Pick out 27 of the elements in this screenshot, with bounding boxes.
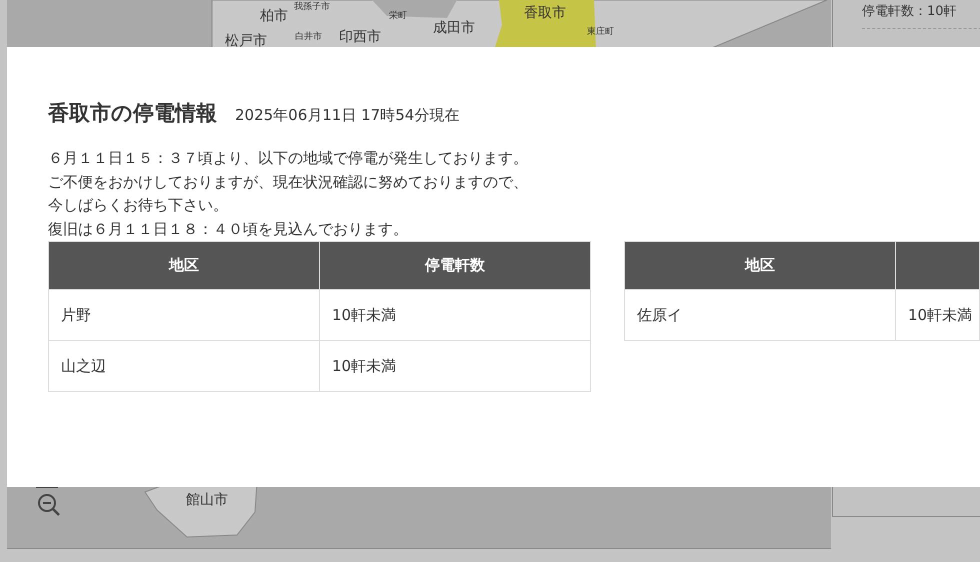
- map-label: 柏市: [260, 7, 288, 25]
- map-label: 東庄町: [587, 26, 614, 38]
- map-label: 香取市: [524, 4, 566, 22]
- column-header: 停電軒数: [320, 242, 590, 290]
- message-line: 復旧は６月１１日１８：４０頃を見込んでおります。: [48, 218, 409, 240]
- timestamp: 2025年06月11日 17時54分現在: [235, 106, 460, 125]
- map-label: 館山市: [186, 491, 228, 509]
- outage-count-text: 停電軒数：10軒: [862, 2, 980, 29]
- table-cell: 片野: [48, 290, 320, 340]
- column-header: 地区: [624, 242, 896, 290]
- message-line: 今しばらくお待ち下さい。: [48, 195, 229, 216]
- table-cell: 10軒未満: [320, 290, 590, 340]
- table-cell: 佐原イ: [624, 290, 896, 340]
- modal-title: 香取市の停電情報: [48, 100, 217, 127]
- table-cell: 10軒未満: [320, 340, 590, 392]
- map-label: 松戸市: [225, 32, 267, 50]
- table-cell: 10軒未満: [896, 290, 980, 340]
- message-line: ご不便をおかけしておりますが、現在状況確認に努めておりますので、: [48, 172, 529, 192]
- map-label: 我孫子市: [294, 0, 330, 13]
- column-header: 地区: [48, 242, 320, 290]
- map-label: 白井市: [295, 30, 322, 43]
- map-label: 印西市: [339, 28, 381, 46]
- map-label: 栄町: [389, 10, 407, 22]
- table-cell: 山之辺: [48, 340, 320, 392]
- message-line: ６月１１日１５：３７頃より、以下の地域で停電が発生しております。: [48, 148, 529, 169]
- map-label: 成田市: [433, 19, 475, 37]
- zoom-out-icon[interactable]: [37, 493, 61, 517]
